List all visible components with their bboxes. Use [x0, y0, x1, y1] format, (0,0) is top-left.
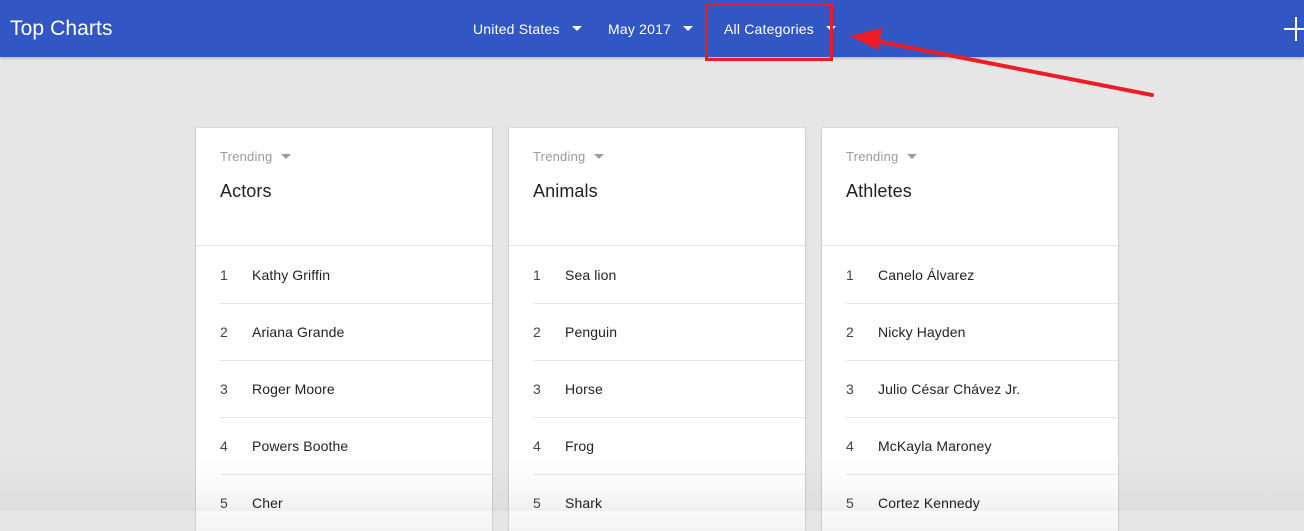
- rank-number: 5: [220, 494, 228, 511]
- card-header: Trending Animals: [509, 128, 805, 246]
- chart-card-actors: Trending Actors 1 Kathy Griffin 2 Ariana…: [196, 128, 492, 531]
- list-item[interactable]: 1 Sea lion: [509, 246, 805, 303]
- filter-date-label: May 2017: [608, 20, 672, 37]
- chevron-down-icon: [281, 154, 292, 159]
- plus-icon[interactable]: [1280, 13, 1304, 45]
- rank-number: 5: [533, 494, 541, 511]
- list-item[interactable]: 2 Penguin: [509, 303, 805, 360]
- chart-list: 1 Kathy Griffin 2 Ariana Grande 3 Roger …: [196, 246, 492, 531]
- list-item[interactable]: 4 Frog: [509, 417, 805, 474]
- filter-category[interactable]: All Categories: [710, 0, 850, 57]
- rank-number: 3: [533, 380, 541, 397]
- trending-dropdown-label: Trending: [846, 149, 899, 164]
- chart-list: 1 Sea lion 2 Penguin 3 Horse 4 Frog 5 Sh…: [509, 246, 805, 531]
- chevron-down-icon: [594, 154, 605, 159]
- filter-date[interactable]: May 2017: [594, 0, 707, 57]
- rank-number: 2: [846, 323, 854, 340]
- entry-name: Roger Moore: [252, 380, 335, 397]
- entry-name: Shark: [565, 494, 603, 511]
- filter-category-label: All Categories: [724, 20, 814, 37]
- entry-name: Canelo Álvarez: [878, 266, 975, 283]
- rank-number: 3: [846, 380, 854, 397]
- card-title: Athletes: [846, 181, 912, 201]
- page-title: Top Charts: [10, 17, 113, 40]
- rank-number: 1: [846, 266, 854, 283]
- rank-number: 3: [220, 380, 228, 397]
- card-title: Animals: [533, 181, 598, 201]
- list-item[interactable]: 4 McKayla Maroney: [822, 417, 1118, 474]
- entry-name: Frog: [565, 437, 595, 454]
- rank-number: 2: [533, 323, 541, 340]
- card-title: Actors: [220, 181, 272, 201]
- top-charts-card-row: Trending Actors 1 Kathy Griffin 2 Ariana…: [196, 128, 1118, 531]
- entry-name: Cher: [252, 494, 283, 511]
- rank-number: 4: [533, 437, 541, 454]
- filter-country-label: United States: [473, 20, 560, 37]
- entry-name: Sea lion: [565, 266, 617, 283]
- list-item[interactable]: 1 Canelo Álvarez: [822, 246, 1118, 303]
- chevron-down-icon: [825, 26, 836, 31]
- entry-name: Horse: [565, 380, 603, 397]
- entry-name: McKayla Maroney: [878, 437, 992, 454]
- trending-dropdown[interactable]: Trending: [533, 149, 605, 164]
- entry-name: Penguin: [565, 323, 618, 340]
- entry-name: Julio César Chávez Jr.: [878, 380, 1021, 397]
- rank-number: 2: [220, 323, 228, 340]
- card-header: Trending Actors: [196, 128, 492, 246]
- list-item[interactable]: 2 Nicky Hayden: [822, 303, 1118, 360]
- chevron-down-icon: [571, 26, 582, 31]
- entry-name: Kathy Griffin: [252, 266, 331, 283]
- rank-number: 5: [846, 494, 854, 511]
- filter-country[interactable]: United States: [459, 0, 596, 57]
- list-item[interactable]: 3 Horse: [509, 360, 805, 417]
- rank-number: 1: [220, 266, 228, 283]
- list-item[interactable]: 4 Powers Boothe: [196, 417, 492, 474]
- list-item[interactable]: 5 Shark: [509, 474, 805, 531]
- chart-card-athletes: Trending Athletes 1 Canelo Álvarez 2 Nic…: [822, 128, 1118, 531]
- rank-number: 4: [220, 437, 228, 454]
- trending-dropdown[interactable]: Trending: [220, 149, 292, 164]
- list-item[interactable]: 1 Kathy Griffin: [196, 246, 492, 303]
- entry-name: Cortez Kennedy: [878, 494, 980, 511]
- entry-name: Nicky Hayden: [878, 323, 966, 340]
- list-item[interactable]: 5 Cher: [196, 474, 492, 531]
- app-bar: Top Charts United States May 2017 All Ca…: [0, 0, 1304, 57]
- rank-number: 1: [533, 266, 541, 283]
- trending-dropdown[interactable]: Trending: [846, 149, 918, 164]
- entry-name: Powers Boothe: [252, 437, 349, 454]
- content-area: Trending Actors 1 Kathy Griffin 2 Ariana…: [0, 57, 1304, 531]
- card-header: Trending Athletes: [822, 128, 1118, 246]
- list-item[interactable]: 5 Cortez Kennedy: [822, 474, 1118, 531]
- trending-dropdown-label: Trending: [533, 149, 586, 164]
- chevron-down-icon: [683, 26, 694, 31]
- entry-name: Ariana Grande: [252, 323, 345, 340]
- trending-dropdown-label: Trending: [220, 149, 273, 164]
- list-item[interactable]: 3 Julio César Chávez Jr.: [822, 360, 1118, 417]
- chart-card-animals: Trending Animals 1 Sea lion 2 Penguin 3 …: [509, 128, 805, 531]
- chevron-down-icon: [907, 154, 918, 159]
- chart-list: 1 Canelo Álvarez 2 Nicky Hayden 3 Julio …: [822, 246, 1118, 531]
- rank-number: 4: [846, 437, 854, 454]
- list-item[interactable]: 2 Ariana Grande: [196, 303, 492, 360]
- list-item[interactable]: 3 Roger Moore: [196, 360, 492, 417]
